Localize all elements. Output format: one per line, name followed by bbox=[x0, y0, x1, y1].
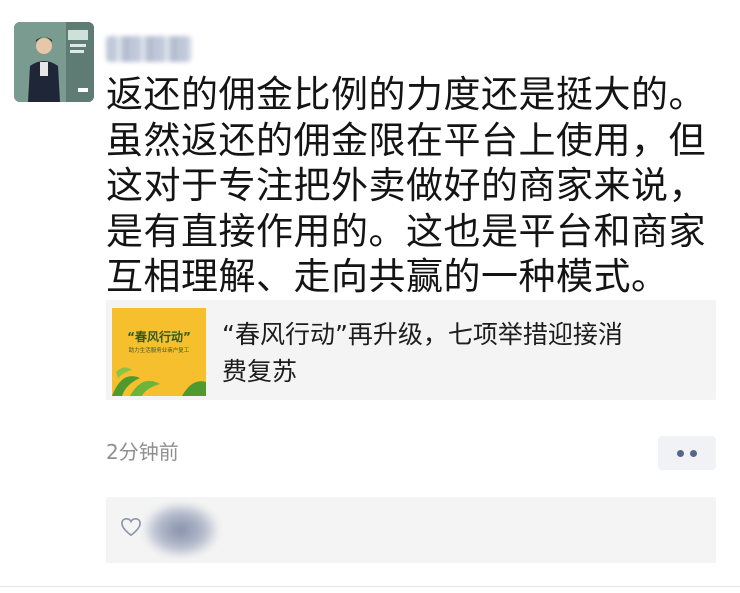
post-text: 返还的佣金比例的力度还是挺大的。 虽然返还的佣金限在平台上使用，但 这对于专注把… bbox=[106, 72, 726, 300]
article-title-line: 费复苏 bbox=[222, 357, 298, 386]
shared-article-card[interactable]: “春风行动” 助力生活服务业商户复工 “春风行动”再升级，七项举措迎接消 费复苏 bbox=[106, 300, 716, 400]
post-text-line: 虽然返还的佣金限在平台上使用，但 bbox=[106, 118, 706, 162]
thumbnail-title: “春风行动” bbox=[127, 330, 191, 344]
post-text-line: 是有直接作用的。这也是平台和商家 bbox=[106, 209, 706, 253]
moments-post: 返还的佣金比例的力度还是挺大的。 虽然返还的佣金限在平台上使用，但 这对于专注把… bbox=[0, 0, 740, 593]
heart-icon bbox=[121, 517, 141, 537]
likes-area bbox=[106, 497, 716, 563]
more-dots-icon bbox=[677, 449, 684, 457]
more-dots-icon bbox=[690, 449, 697, 457]
article-title-line: “春风行动”再升级，七项举措迎接消 bbox=[222, 320, 623, 349]
article-thumbnail: “春风行动” 助力生活服务业商户复工 bbox=[112, 308, 206, 396]
author-avatar[interactable] bbox=[14, 22, 94, 102]
liked-by-names-blurred[interactable] bbox=[144, 503, 218, 557]
post-text-line: 互相理解、走向共赢的一种模式。 bbox=[106, 255, 669, 298]
article-title: “春风行动”再升级，七项举措迎接消 费复苏 bbox=[222, 316, 702, 390]
more-actions-button[interactable] bbox=[658, 436, 716, 470]
thumbnail-subtitle: 助力生活服务业商户复工 bbox=[128, 348, 190, 354]
post-text-line: 返还的佣金比例的力度还是挺大的。 bbox=[106, 73, 706, 116]
divider bbox=[0, 586, 740, 587]
post-timestamp: 2分钟前 bbox=[106, 440, 179, 464]
author-name-blurred[interactable] bbox=[106, 36, 192, 62]
post-text-line: 这对于专注把外卖做好的商家来说， bbox=[106, 164, 706, 207]
avatar-icon bbox=[14, 22, 94, 102]
